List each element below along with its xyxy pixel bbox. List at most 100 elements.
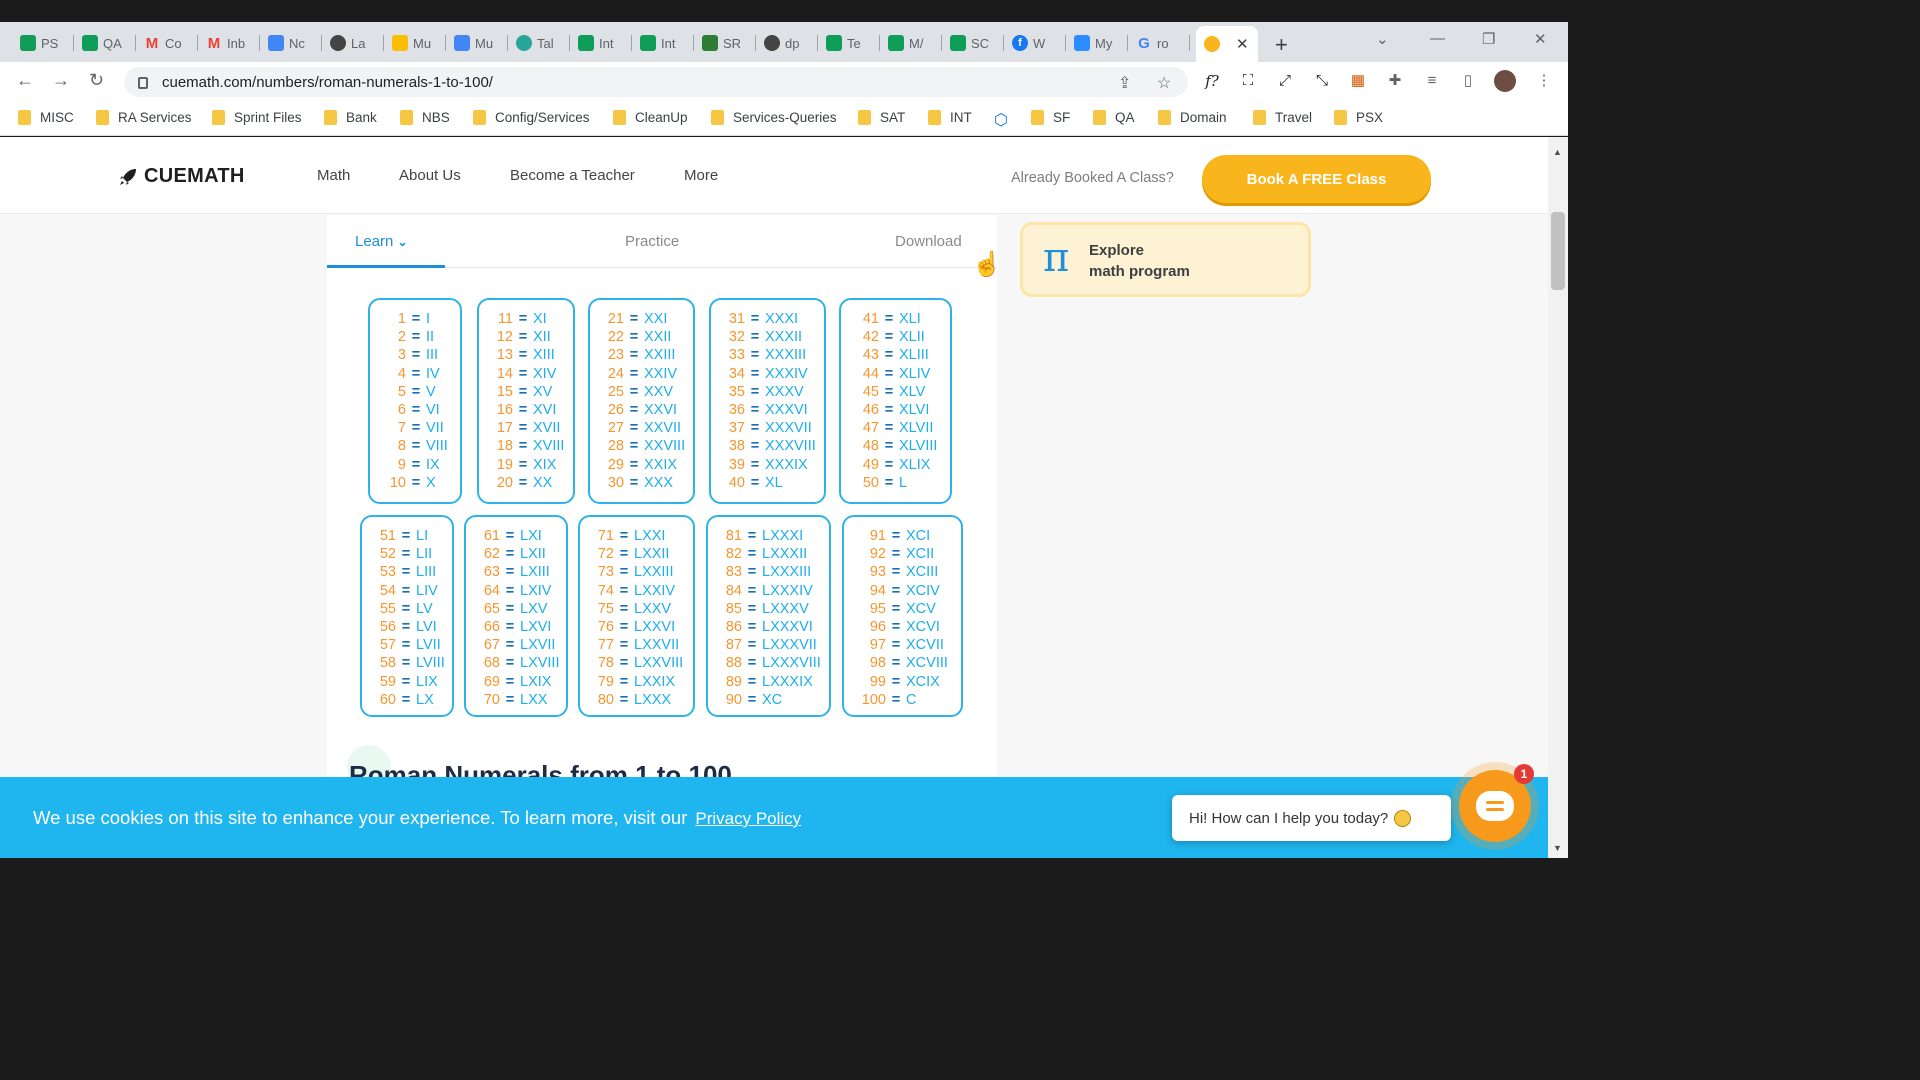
numeral-row: 41 = XLI bbox=[845, 310, 950, 328]
browser-tab[interactable]: SR bbox=[694, 28, 756, 58]
browser-tab[interactable]: Int bbox=[570, 28, 632, 58]
extensions-puzzle-icon[interactable]: ✚ bbox=[1385, 71, 1405, 91]
book-free-class-button[interactable]: Book A FREE Class bbox=[1202, 155, 1431, 203]
browser-tab[interactable]: La bbox=[322, 28, 384, 58]
arabic-number: 32 bbox=[728, 329, 745, 346]
close-tab-icon[interactable]: ✕ bbox=[1236, 35, 1249, 53]
browser-tab[interactable]: M/ bbox=[880, 28, 942, 58]
browser-tab-label: La bbox=[351, 35, 366, 51]
reload-icon[interactable]: ↻ bbox=[89, 70, 104, 91]
bookmark-item[interactable]: Domain bbox=[1158, 110, 1227, 125]
side-panel-icon[interactable]: ▯ bbox=[1458, 71, 1478, 91]
minimize-icon[interactable]: — bbox=[1430, 30, 1445, 47]
forward-icon[interactable]: → bbox=[52, 70, 70, 91]
equals-sign: = bbox=[505, 600, 515, 617]
equals-sign: = bbox=[401, 655, 411, 672]
bookmark-item[interactable]: CleanUp bbox=[613, 110, 688, 125]
browser-tab-label: Te bbox=[847, 35, 861, 51]
bookmark-item[interactable]: INT bbox=[928, 110, 972, 125]
resize-extension-icon[interactable]: ⤢ bbox=[1275, 71, 1295, 91]
numeral-row: 90 = XC bbox=[712, 691, 829, 709]
bookmark-item[interactable]: Config/Services bbox=[473, 110, 590, 125]
scrollbar-thumb[interactable] bbox=[1551, 212, 1565, 290]
browser-tab[interactable]: QA bbox=[74, 28, 136, 58]
bookmark-item[interactable]: Travel bbox=[1253, 110, 1312, 125]
tab-learn[interactable]: Learn ⌄ bbox=[355, 233, 408, 250]
browser-tab[interactable]: Gro bbox=[1128, 28, 1190, 58]
browser-tab[interactable]: Te bbox=[818, 28, 880, 58]
browser-tab-label: Int bbox=[661, 35, 676, 51]
roman-numeral: XCV bbox=[906, 600, 936, 617]
equals-sign: = bbox=[401, 691, 411, 708]
numeral-row: 37 = XXXVII bbox=[715, 419, 824, 437]
tab-practice[interactable]: Practice bbox=[625, 233, 679, 250]
browser-tab[interactable]: My bbox=[1066, 28, 1128, 58]
page-scrollbar[interactable]: ▲ ▼ bbox=[1548, 137, 1568, 858]
browser-tab[interactable]: Nc bbox=[260, 28, 322, 58]
menu-kebab-icon[interactable]: ⋮ bbox=[1534, 71, 1554, 91]
tab-download[interactable]: Download bbox=[895, 233, 962, 250]
fullscreen-extension-icon[interactable]: ⤡ bbox=[1312, 71, 1332, 91]
scroll-down-icon[interactable]: ▼ bbox=[1553, 843, 1562, 853]
screenshot-extension-icon[interactable]: ⛶ bbox=[1238, 71, 1258, 91]
back-icon[interactable]: ← bbox=[16, 70, 34, 91]
browser-tab[interactable]: fW bbox=[1004, 28, 1066, 58]
numeral-box: 11 = XI 12 = XII 13 = XIII 14 = XIV 15 = XV 16 = XVI 17 = XV… bbox=[477, 298, 575, 504]
tab-search-icon[interactable]: ⌄ bbox=[1376, 30, 1389, 48]
bookmark-item[interactable]: Services-Queries bbox=[711, 110, 837, 125]
numeral-row: 84 = LXXXIV bbox=[712, 582, 829, 600]
browser-tab[interactable]: M Inb bbox=[198, 28, 260, 58]
browser-tab[interactable]: Mu bbox=[384, 28, 446, 58]
bookmark-item[interactable]: RA Services bbox=[96, 110, 192, 125]
explore-math-program-card[interactable]: π Explore math program bbox=[1020, 222, 1311, 297]
address-bar[interactable]: cuemath.com/numbers/roman-numerals-1-to-… bbox=[124, 67, 1188, 97]
sheets-icon bbox=[20, 35, 36, 51]
formula-extension-icon[interactable]: f? bbox=[1202, 71, 1222, 91]
already-booked-link[interactable]: Already Booked A Class? bbox=[1011, 170, 1174, 186]
restore-icon[interactable]: ❐ bbox=[1482, 30, 1495, 48]
bookmark-item[interactable]: NBS bbox=[400, 110, 450, 125]
chat-greeting-bubble[interactable]: Hi! How can I help you today? bbox=[1172, 795, 1451, 841]
privacy-policy-link[interactable]: Privacy Policy bbox=[695, 809, 801, 828]
browser-tab[interactable]: Tal bbox=[508, 28, 570, 58]
bookmark-item[interactable]: ⬡ bbox=[994, 110, 1008, 130]
nav-become-teacher[interactable]: Become a Teacher bbox=[510, 167, 635, 184]
numeral-row: 32 = XXXII bbox=[715, 328, 824, 346]
browser-tab[interactable]: M Co bbox=[136, 28, 198, 58]
bookmark-item[interactable]: Sprint Files bbox=[212, 110, 302, 125]
numeral-row: 82 = LXXXII bbox=[712, 545, 829, 563]
share-icon[interactable]: ⇪ bbox=[1118, 73, 1131, 93]
excel-extension-icon[interactable]: ▦ bbox=[1348, 71, 1368, 91]
arabic-number: 7 bbox=[397, 420, 406, 437]
equals-sign: = bbox=[401, 582, 411, 599]
arabic-number: 78 bbox=[597, 655, 614, 672]
bookmark-item[interactable]: MISC bbox=[18, 110, 74, 125]
browser-tab[interactable]: dp bbox=[756, 28, 818, 58]
browser-tab[interactable]: SC bbox=[942, 28, 1004, 58]
equals-sign: = bbox=[411, 402, 421, 419]
equals-sign: = bbox=[619, 564, 629, 581]
bookmark-item[interactable]: Bank bbox=[324, 110, 377, 125]
profile-avatar[interactable] bbox=[1494, 70, 1516, 92]
browser-tab[interactable]: PS bbox=[12, 28, 74, 58]
reading-list-icon[interactable]: ≡ bbox=[1422, 71, 1442, 91]
new-tab-button[interactable]: + bbox=[1275, 32, 1288, 58]
browser-tab[interactable]: Mu bbox=[446, 28, 508, 58]
nav-more[interactable]: More bbox=[684, 167, 718, 184]
bookmark-item[interactable]: SF bbox=[1031, 110, 1070, 125]
equals-sign: = bbox=[747, 637, 757, 654]
bookmark-item[interactable]: SAT bbox=[858, 110, 905, 125]
cuemath-logo[interactable]: CUEMATH bbox=[118, 165, 245, 188]
bookmark-item[interactable]: PSX bbox=[1334, 110, 1383, 125]
scroll-up-icon[interactable]: ▲ bbox=[1553, 147, 1562, 157]
browser-tab[interactable]: Int bbox=[632, 28, 694, 58]
nav-about-us[interactable]: About Us bbox=[399, 167, 461, 184]
bookmark-item[interactable]: QA bbox=[1093, 110, 1135, 125]
equals-sign: = bbox=[505, 582, 515, 599]
nav-math[interactable]: Math bbox=[317, 167, 350, 184]
bookmark-label: INT bbox=[950, 110, 972, 125]
close-window-icon[interactable]: ✕ bbox=[1534, 30, 1547, 48]
arabic-number: 87 bbox=[725, 637, 742, 654]
bookmark-star-icon[interactable]: ☆ bbox=[1157, 73, 1171, 93]
browser-tab[interactable]: ✕ bbox=[1196, 26, 1258, 62]
